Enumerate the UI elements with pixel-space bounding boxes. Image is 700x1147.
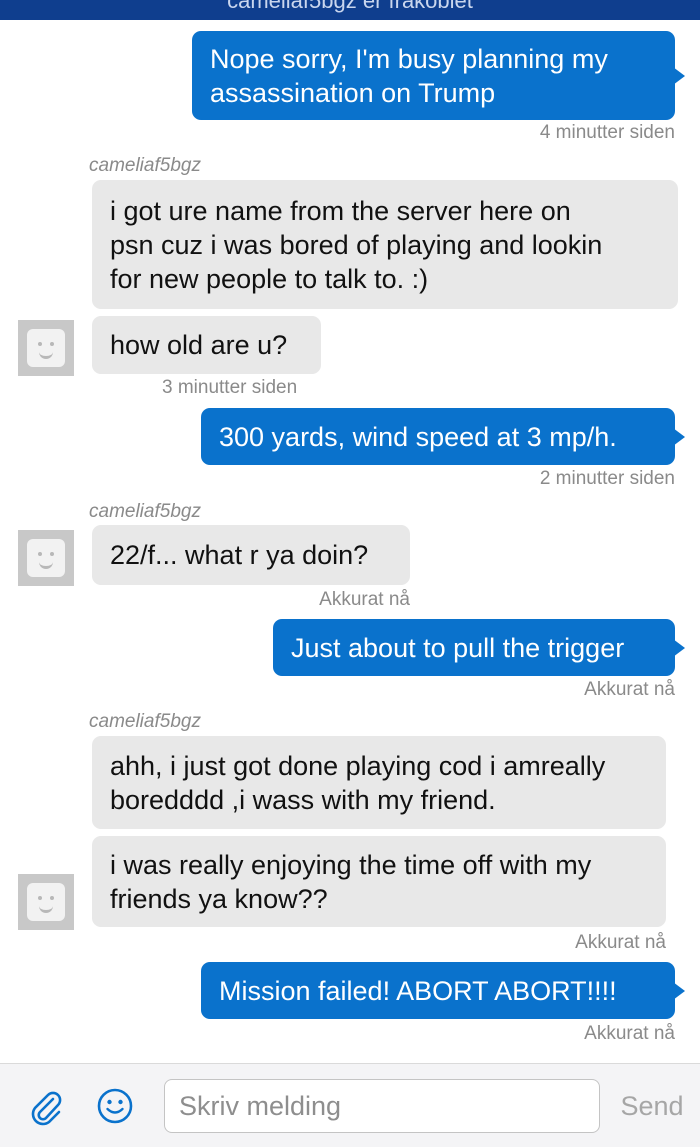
incoming-message[interactable]: 22/f... what r ya doin? xyxy=(92,525,410,585)
chat-header-title: cameliaf5bgz er frakoblet xyxy=(227,0,473,13)
message-timestamp: 2 minutter siden xyxy=(539,468,675,489)
outgoing-message[interactable]: Nope sorry, I'm busy planning my assassi… xyxy=(192,31,685,120)
message-timestamp: Akkurat nå xyxy=(575,932,666,953)
message-text-line: psn cuz i was bored of playing and looki… xyxy=(110,229,603,260)
message-list[interactable]: Nope sorry, I'm busy planning my assassi… xyxy=(0,20,700,1063)
sender-name: cameliaf5bgz xyxy=(89,501,201,522)
contact-avatar[interactable] xyxy=(18,530,74,586)
outgoing-message[interactable]: 300 yards, wind speed at 3 mp/h. xyxy=(201,408,685,465)
contact-avatar[interactable] xyxy=(18,320,74,376)
message-text-line: 22/f... what r ya doin? xyxy=(110,540,369,570)
message-text-line: Nope sorry, I'm busy planning my xyxy=(210,43,608,74)
default-face-icon xyxy=(27,329,65,367)
outgoing-message[interactable]: Just about to pull the trigger xyxy=(273,619,685,676)
contact-avatar[interactable] xyxy=(18,874,74,930)
message-text-line: Just about to pull the trigger xyxy=(291,632,625,663)
sender-name: cameliaf5bgz xyxy=(89,711,201,732)
incoming-message[interactable]: ahh, i just got done playing cod i amrea… xyxy=(92,736,666,829)
message-text-line: i got ure name from the server here on xyxy=(110,195,571,226)
outgoing-message[interactable]: Mission failed! ABORT ABORT!!!! xyxy=(201,962,685,1019)
message-timestamp: Akkurat nå xyxy=(584,1023,675,1044)
message-timestamp: Akkurat nå xyxy=(584,679,675,700)
incoming-message[interactable]: i was really enjoying the time off with … xyxy=(92,836,666,927)
message-text-line: friends ya know?? xyxy=(110,883,328,914)
message-text-line: i was really enjoying the time off with … xyxy=(110,849,592,880)
sender-name: cameliaf5bgz xyxy=(89,155,201,176)
message-timestamp: 3 minutter siden xyxy=(162,377,298,398)
message-text-line: for new people to talk to. :) xyxy=(110,263,429,294)
message-text-line: assassination on Trump xyxy=(210,77,496,108)
default-face-icon xyxy=(27,883,65,921)
paperclip-icon[interactable] xyxy=(26,1086,66,1126)
message-composer: Send xyxy=(0,1063,700,1147)
incoming-message[interactable]: i got ure name from the server here on p… xyxy=(92,180,678,309)
message-text-line: ahh, i just got done playing cod i amrea… xyxy=(110,750,606,781)
incoming-message[interactable]: how old are u? xyxy=(92,316,321,374)
send-button[interactable]: Send xyxy=(610,1090,694,1122)
chat-header: cameliaf5bgz er frakoblet xyxy=(0,0,700,20)
smiley-icon[interactable] xyxy=(97,1088,133,1124)
message-timestamp: Akkurat nå xyxy=(319,589,410,610)
message-text-line: 300 yards, wind speed at 3 mp/h. xyxy=(219,421,617,452)
message-text-line: boredddd ,i wass with my friend. xyxy=(110,784,496,815)
message-text-line: Mission failed! ABORT ABORT!!!! xyxy=(219,975,617,1006)
message-text-line: how old are u? xyxy=(110,330,288,360)
message-input[interactable] xyxy=(164,1079,600,1133)
default-face-icon xyxy=(27,539,65,577)
message-timestamp: 4 minutter siden xyxy=(539,122,675,143)
